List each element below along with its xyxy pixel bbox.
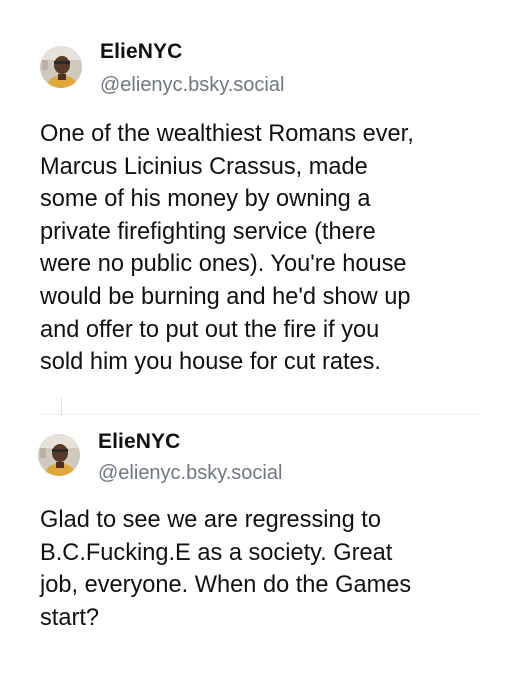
post-text-line: start? [40,604,100,631]
avatar-photo-icon [40,46,82,88]
author-handle[interactable]: @elienyc.bsky.social [98,462,282,485]
author-display-name[interactable]: ElieNYC [98,430,180,454]
post-divider [40,414,480,415]
post-text-line: Marcus Licinius Crassus, made [40,153,368,180]
avatar[interactable] [38,434,80,476]
avatar-photo-icon [38,434,80,476]
post-text-line: job, everyone. When do the Games [40,572,412,599]
post-text-line: One of the wealthiest Romans ever, [40,121,414,147]
post-text-line: B.C.Fucking.E as a society. Great [40,539,393,566]
post-text-line: would be burning and he'd show up [40,283,411,310]
post-text-line: and offer to put out the fire if you [40,316,380,343]
post-text: Glad to see we are regressing to B.C.Fuc… [40,504,480,634]
author-handle[interactable]: @elienyc.bsky.social [100,74,284,97]
post-text-line: were no public ones). You're house [40,251,407,278]
author-display-name[interactable]: ElieNYC [100,40,182,64]
avatar[interactable] [40,46,82,88]
post-text-line: private firefighting service (there [40,218,376,245]
post-text-line: Glad to see we are regressing to [40,507,381,533]
post-text: One of the wealthiest Romans ever, Marcu… [40,118,510,379]
post-text-line: sold him you house for cut rates. [40,349,381,376]
post-text-line: some of his money by owning a [40,186,371,213]
